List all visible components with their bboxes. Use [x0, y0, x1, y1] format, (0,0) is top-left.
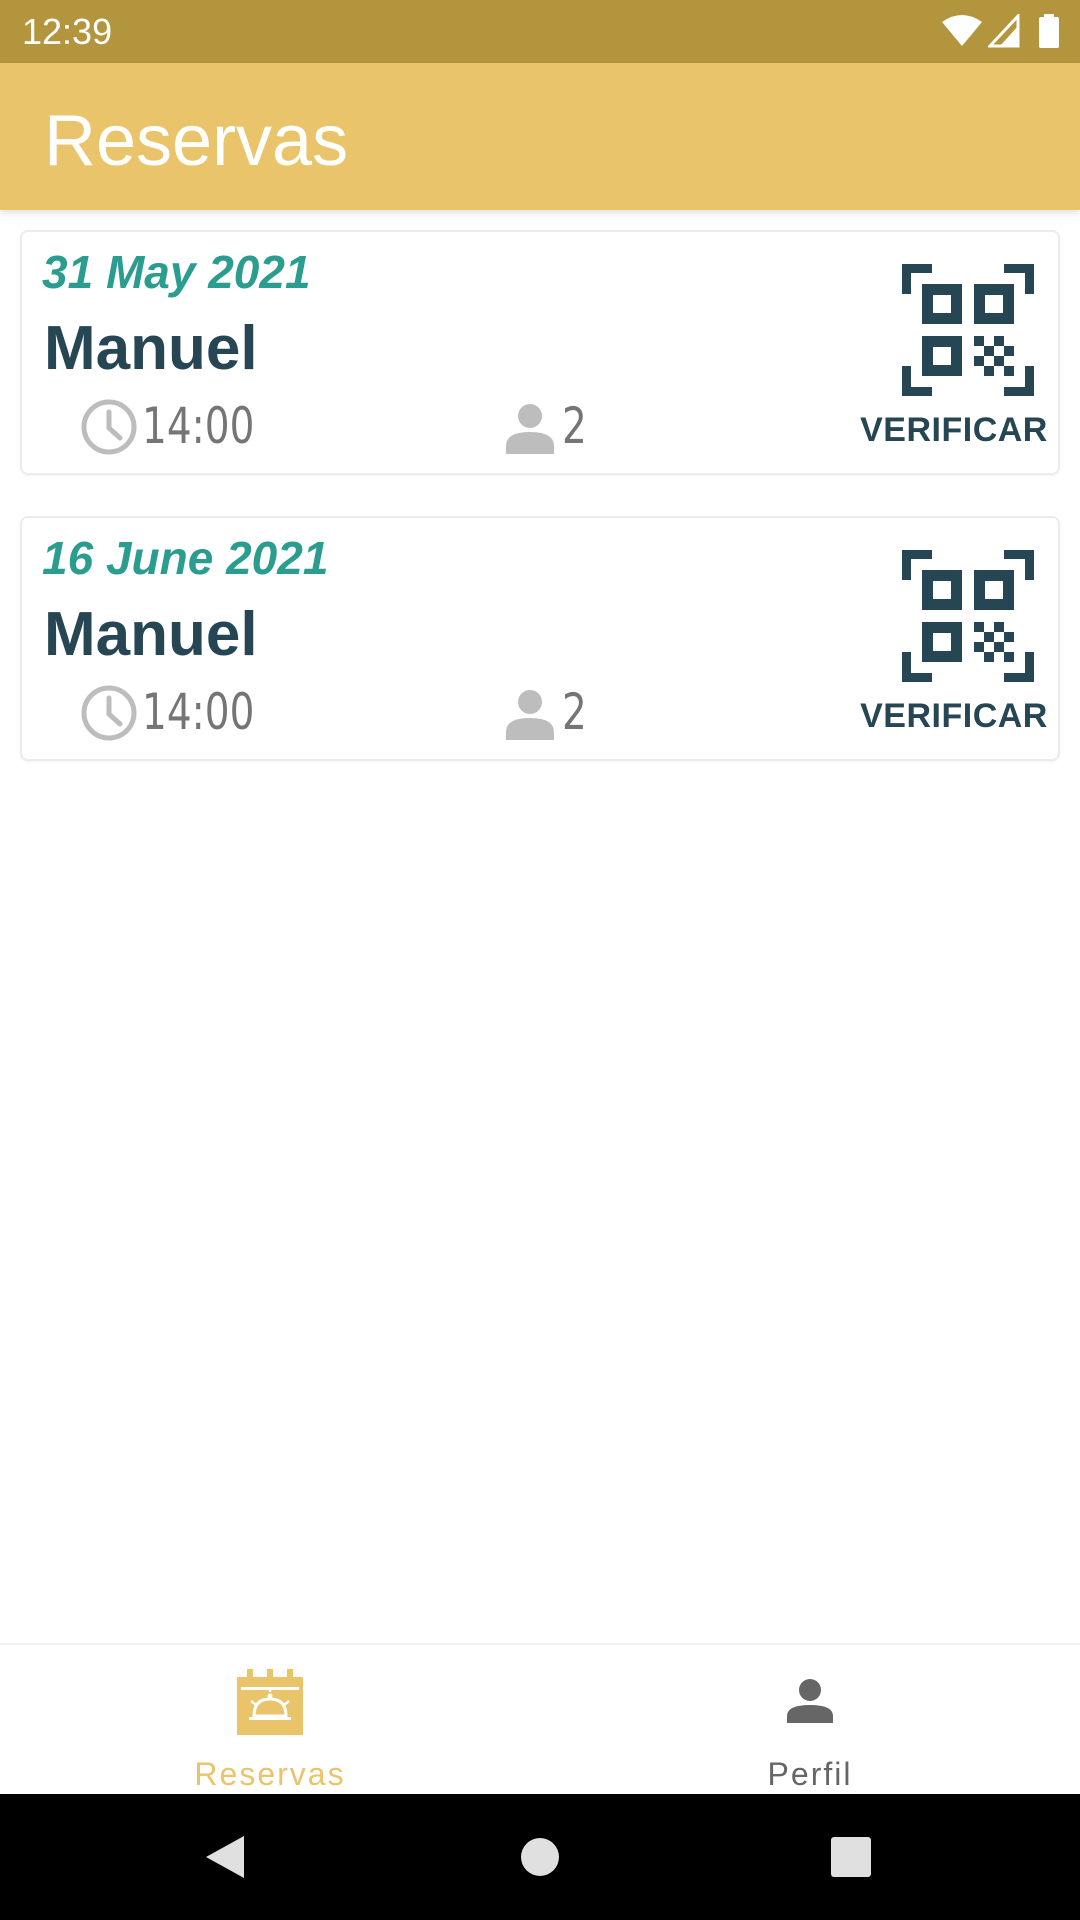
back-icon[interactable]	[204, 1834, 246, 1880]
reservation-card[interactable]: 31 May 2021 Manuel 14:00 2 VERIFICAR	[20, 230, 1060, 475]
reservation-name: Manuel	[44, 314, 258, 383]
reservation-date: 31 May 2021	[42, 246, 311, 298]
verify-button[interactable]: VERIFICAR	[854, 252, 1054, 457]
verify-button[interactable]: VERIFICAR	[854, 538, 1054, 743]
app-bar: Reservas	[0, 63, 1080, 210]
status-bar: 12:39	[0, 0, 1080, 63]
person-icon	[506, 690, 554, 740]
wifi-icon	[942, 15, 982, 46]
bottom-navigation: Reservas Perfil	[0, 1643, 1080, 1794]
recents-icon[interactable]	[831, 1837, 871, 1877]
screen: 12:39 Reservas 31 May 2021 Manuel 14:00	[0, 0, 1080, 1920]
nav-item-reservas[interactable]: Reservas	[0, 1645, 540, 1796]
verify-label: VERIFICAR	[860, 697, 1048, 735]
status-time: 12:39	[22, 11, 113, 52]
nav-item-perfil[interactable]: Perfil	[540, 1645, 1080, 1796]
page-title: Reservas	[44, 101, 349, 181]
person-icon	[787, 1679, 833, 1723]
reservation-guests: 2	[562, 397, 587, 455]
system-navigation-bar	[0, 1794, 1080, 1920]
nav-label: Reservas	[194, 1756, 346, 1792]
reservation-name: Manuel	[44, 600, 258, 669]
reservation-guests: 2	[562, 683, 587, 741]
clock-icon	[81, 685, 137, 741]
status-icons	[942, 14, 1062, 48]
nav-label: Perfil	[767, 1756, 853, 1792]
battery-icon	[1039, 14, 1059, 48]
qr-code-icon	[902, 264, 1034, 396]
verify-label: VERIFICAR	[860, 411, 1048, 449]
signal-icon	[988, 14, 1020, 48]
person-icon	[506, 404, 554, 454]
reservation-card[interactable]: 16 June 2021 Manuel 14:00 2 VERIFICAR	[20, 516, 1060, 761]
reservation-time: 14:00	[142, 683, 255, 741]
home-icon[interactable]	[520, 1837, 560, 1877]
clock-icon	[81, 399, 137, 455]
reservation-time: 14:00	[142, 397, 255, 455]
reservation-date: 16 June 2021	[42, 532, 329, 584]
qr-code-icon	[902, 550, 1034, 682]
calendar-dish-icon	[237, 1669, 303, 1735]
